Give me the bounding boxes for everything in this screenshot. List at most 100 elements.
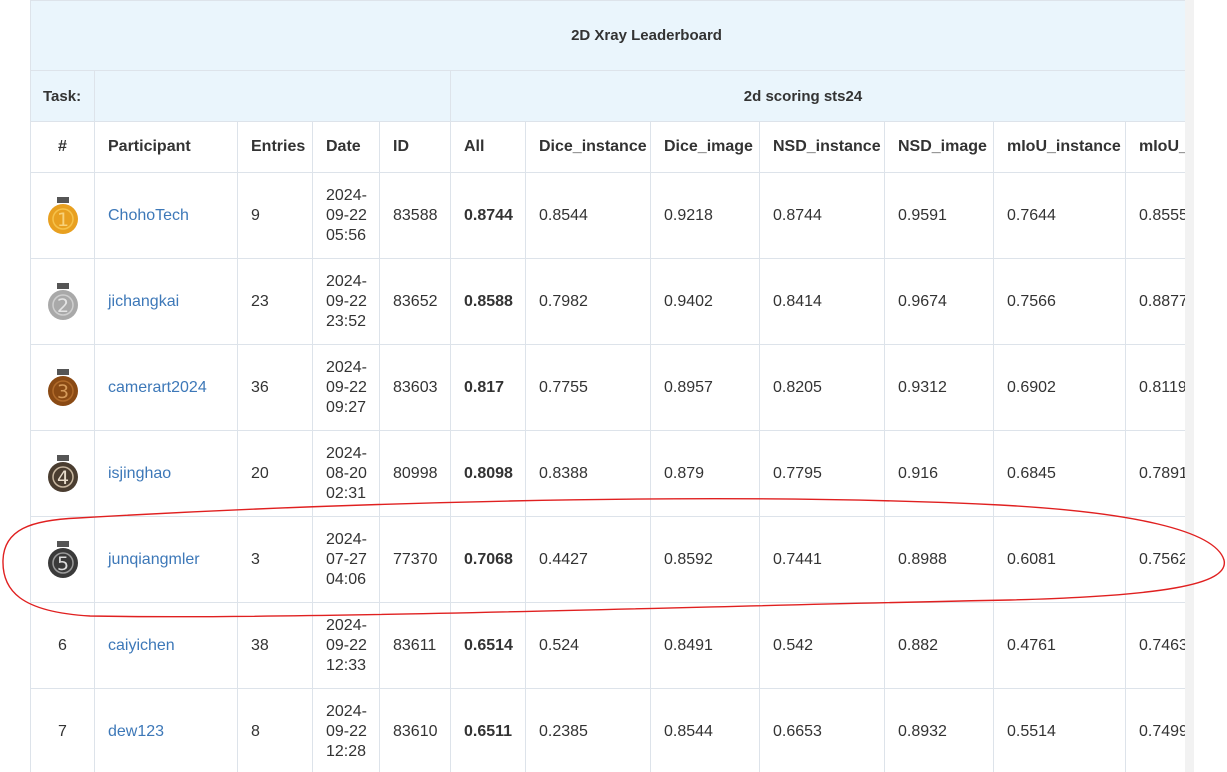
cell-all: 0.8744 xyxy=(450,172,526,259)
cell-miou-image: 0.8119 xyxy=(1124,344,1185,431)
cell-date: 2024- 09-22 12:33 xyxy=(312,602,380,689)
participant-link[interactable]: ChohoTech xyxy=(108,207,189,224)
cell-nsd-instance: 0.6653 xyxy=(759,688,885,772)
col-header-date[interactable]: Date xyxy=(312,121,380,173)
table-row: 3 camerart2024 36 2024- 09-22 09:27 83603 0.817… xyxy=(30,344,1185,431)
date-line: 2024- xyxy=(326,530,367,548)
participant-link[interactable]: junqiangmler xyxy=(108,551,200,568)
medal-ribbon xyxy=(56,282,69,289)
cell-nsd-image: 0.8988 xyxy=(884,516,994,603)
date-line: 2024- xyxy=(326,358,367,376)
date-line: 2024- xyxy=(326,272,367,290)
medal-ribbon xyxy=(56,454,69,461)
cell-date: 2024- 09-22 12:28 xyxy=(312,688,380,772)
cell-miou-image: 0.7891 xyxy=(1124,430,1185,517)
leaderboard-title: 2D Xray Leaderboard xyxy=(30,0,1185,71)
cell-miou-image: 0.7499 xyxy=(1124,688,1185,772)
date-line: 12:28 xyxy=(326,742,367,760)
date-line: 2024- xyxy=(326,616,367,634)
cell-dice-instance: 0.524 xyxy=(525,602,651,689)
col-header-all[interactable]: All xyxy=(450,121,526,173)
date-line: 02:31 xyxy=(326,484,367,502)
cell-miou-image: 0.7463 xyxy=(1124,602,1185,689)
cell-dice-image: 0.9402 xyxy=(650,258,760,345)
cell-participant: isjinghao xyxy=(94,430,238,517)
cell-dice-instance: 0.7755 xyxy=(525,344,651,431)
participant-link[interactable]: dew123 xyxy=(108,723,164,740)
cell-nsd-image: 0.9591 xyxy=(884,172,994,259)
date-line: 09-22 xyxy=(326,378,367,396)
table-row: 4 isjinghao 20 2024- 08-20 02:31 80998 0.8098 0.… xyxy=(30,430,1185,517)
participant-link[interactable]: caiyichen xyxy=(108,637,175,654)
cell-nsd-image: 0.9674 xyxy=(884,258,994,345)
scrollbar-track[interactable] xyxy=(1185,0,1194,772)
date-line: 2024- xyxy=(326,186,367,204)
medal-number: 2 xyxy=(56,295,68,317)
cell-dice-image: 0.9218 xyxy=(650,172,760,259)
cell-dice-instance: 0.4427 xyxy=(525,516,651,603)
cell-entries: 20 xyxy=(237,430,313,517)
col-header-rank[interactable]: # xyxy=(30,121,95,173)
cell-id: 83610 xyxy=(379,688,451,772)
cell-participant: junqiangmler xyxy=(94,516,238,603)
cell-nsd-instance: 0.8744 xyxy=(759,172,885,259)
cell-entries: 8 xyxy=(237,688,313,772)
medal-icon: 4 xyxy=(47,454,78,492)
cell-miou-instance: 0.6902 xyxy=(993,344,1126,431)
cell-all: 0.817 xyxy=(450,344,526,431)
date-line: 04:06 xyxy=(326,570,367,588)
task-spacer xyxy=(94,70,451,122)
task-name-cell: 2d scoring sts24 xyxy=(449,70,1185,122)
cell-participant: camerart2024 xyxy=(94,344,238,431)
cell-rank: 2 xyxy=(30,258,95,345)
cell-entries: 38 xyxy=(237,602,313,689)
cell-participant: jichangkai xyxy=(94,258,238,345)
cell-dice-image: 0.8592 xyxy=(650,516,760,603)
col-header-miou-instance[interactable]: mIoU_instance xyxy=(993,121,1126,173)
col-header-dice-instance[interactable]: Dice_instance xyxy=(525,121,651,173)
cell-dice-instance: 0.8388 xyxy=(525,430,651,517)
col-header-participant[interactable]: Participant xyxy=(94,121,238,173)
date-line: 07-27 xyxy=(326,550,367,568)
col-header-dice-image[interactable]: Dice_image xyxy=(650,121,760,173)
col-header-id[interactable]: ID xyxy=(379,121,451,173)
cell-entries: 36 xyxy=(237,344,313,431)
medal-ribbon xyxy=(56,196,69,203)
leaderboard-viewport: 2D Xray Leaderboard Task: 2d scoring sts… xyxy=(30,0,1185,772)
cell-dice-image: 0.8491 xyxy=(650,602,760,689)
cell-all: 0.6511 xyxy=(450,688,526,772)
cell-date: 2024- 07-27 04:06 xyxy=(312,516,380,603)
cell-miou-instance: 0.7566 xyxy=(993,258,1126,345)
cell-rank: 4 xyxy=(30,430,95,517)
cell-miou-instance: 0.6081 xyxy=(993,516,1126,603)
date-line: 05:56 xyxy=(326,226,367,244)
table-row: 7 dew123 8 2024- 09-22 12:28 83610 0.6511 0.2385… xyxy=(30,688,1185,772)
col-header-miou-image[interactable]: mIoU_image xyxy=(1124,121,1185,173)
col-header-nsd-instance[interactable]: NSD_instance xyxy=(759,121,885,173)
medal-ribbon xyxy=(56,368,69,375)
medal-icon: 3 xyxy=(47,368,78,406)
medal-number: 5 xyxy=(56,553,68,575)
col-header-entries[interactable]: Entries xyxy=(237,121,313,173)
cell-rank: 7 xyxy=(30,688,95,772)
date-line: 2024- xyxy=(326,702,367,720)
cell-rank: 5 xyxy=(30,516,95,603)
cell-all: 0.8588 xyxy=(450,258,526,345)
participant-link[interactable]: isjinghao xyxy=(108,465,171,482)
cell-participant: dew123 xyxy=(94,688,238,772)
cell-nsd-instance: 0.8414 xyxy=(759,258,885,345)
cell-all: 0.6514 xyxy=(450,602,526,689)
cell-nsd-instance: 0.7795 xyxy=(759,430,885,517)
participant-link[interactable]: jichangkai xyxy=(108,293,179,310)
task-label: Task: xyxy=(30,70,95,122)
cell-dice-instance: 0.7982 xyxy=(525,258,651,345)
participant-link[interactable]: camerart2024 xyxy=(108,379,207,396)
cell-miou-image: 0.8877 xyxy=(1124,258,1185,345)
col-header-nsd-image[interactable]: NSD_image xyxy=(884,121,994,173)
medal-ribbon xyxy=(56,540,69,547)
medal-number: 4 xyxy=(56,467,68,489)
cell-date: 2024- 08-20 02:31 xyxy=(312,430,380,517)
cell-entries: 3 xyxy=(237,516,313,603)
cell-rank: 6 xyxy=(30,602,95,689)
cell-id: 83603 xyxy=(379,344,451,431)
